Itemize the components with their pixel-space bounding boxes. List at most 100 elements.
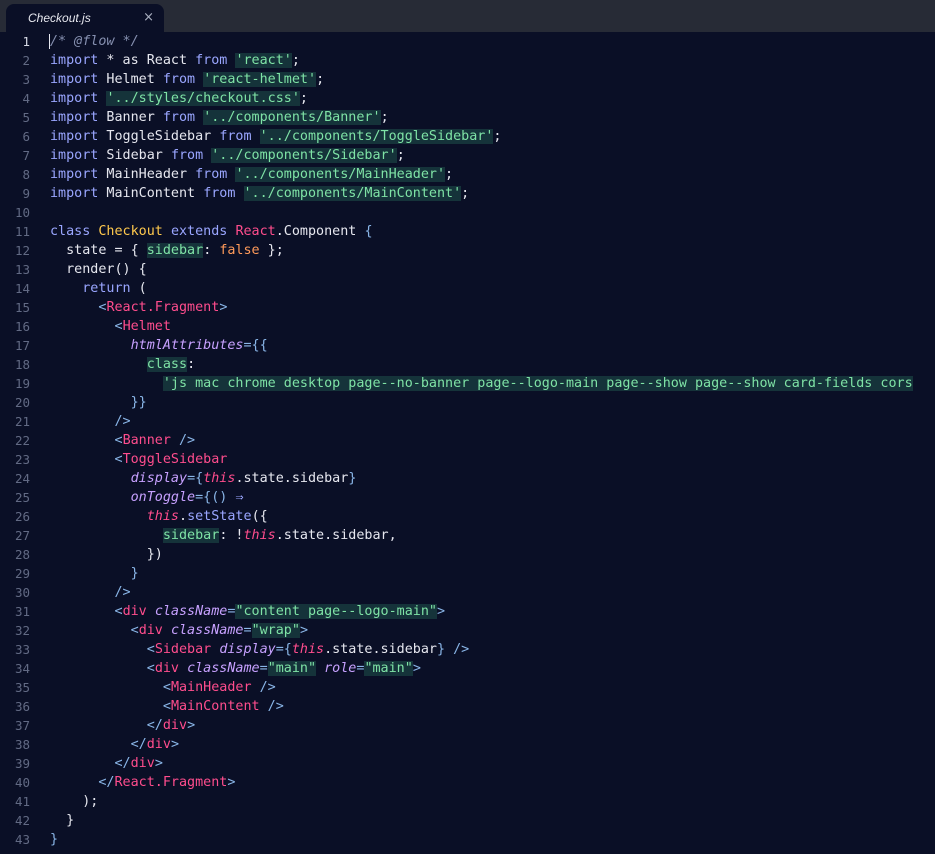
line-number: 10	[14, 205, 30, 220]
punct: <	[114, 433, 123, 448]
line-number: 1	[22, 34, 30, 49]
keyword: return	[82, 281, 131, 296]
punct: <	[162, 699, 171, 714]
token: MainHeader	[98, 167, 196, 182]
object-key: sidebar	[146, 243, 204, 258]
comment: /* @flow */	[50, 34, 139, 49]
punct: >	[227, 775, 236, 790]
line-number: 25	[14, 490, 30, 505]
keyword: from	[195, 167, 228, 182]
code-line: 23 <ToggleSidebar	[0, 450, 935, 469]
token: ({	[251, 509, 268, 524]
code-line: 42 }	[0, 811, 935, 830]
punct: =	[259, 661, 268, 676]
code-line: 5 import Banner from '../components/Banne…	[0, 108, 935, 127]
token: :	[203, 243, 220, 258]
line-number: 43	[14, 832, 30, 847]
line-number: 2	[22, 53, 30, 68]
line-number: 38	[14, 737, 30, 752]
code-line: 8 import MainHeader from '../components/M…	[0, 165, 935, 184]
line-number: 37	[14, 718, 30, 733]
tag: div	[138, 623, 163, 638]
line-number: 27	[14, 528, 30, 543]
code-line: 27 sidebar: !this.state.sidebar,	[0, 526, 935, 545]
tab-title: Checkout.js	[28, 11, 91, 25]
token: MainContent	[98, 186, 204, 201]
punct: />	[114, 585, 131, 600]
code-line: 3 import Helmet from 'react-helmet';	[0, 70, 935, 89]
line-number: 4	[22, 91, 30, 106]
code-line: 1 /* @flow */	[0, 32, 935, 51]
string: 'react'	[235, 53, 292, 68]
code-line: 29 }	[0, 564, 935, 583]
token: Helmet	[98, 72, 163, 87]
code-line: 17 htmlAttributes={{	[0, 336, 935, 355]
token: ;	[493, 129, 502, 144]
keyword: import	[50, 110, 99, 125]
line-number: 14	[14, 281, 30, 296]
code-line: 39 </div>	[0, 754, 935, 773]
tag: div	[130, 756, 155, 771]
line-number: 11	[14, 224, 30, 239]
tab-bar: Checkout.js ×	[0, 0, 935, 32]
token: );	[50, 794, 99, 809]
punct: />	[114, 414, 131, 429]
token: .state.sidebar,	[275, 528, 397, 543]
line-number: 17	[14, 338, 30, 353]
string: 'react-helmet'	[203, 72, 317, 87]
attribute: display	[219, 642, 276, 657]
code-line: 40 </React.Fragment>	[0, 773, 935, 792]
tab-checkout-js[interactable]: Checkout.js ×	[6, 4, 164, 32]
punct: </	[114, 756, 131, 771]
line-number: 28	[14, 547, 30, 562]
token: };	[259, 243, 284, 258]
punct: ={()	[195, 490, 236, 505]
line-number: 36	[14, 699, 30, 714]
line-number: 7	[22, 148, 30, 163]
object-key: class	[146, 357, 188, 372]
line-number: 9	[22, 186, 30, 201]
tag: MainContent	[170, 699, 260, 714]
keyword: extends	[170, 224, 228, 239]
token: render() {	[50, 262, 147, 277]
string: '../components/Sidebar'	[211, 148, 397, 163]
close-icon[interactable]: ×	[143, 10, 154, 25]
tag: React.Fragment	[106, 300, 220, 315]
punct: >	[154, 756, 163, 771]
code-line: 30 />	[0, 583, 935, 602]
token: ;	[461, 186, 470, 201]
keyword: import	[50, 186, 99, 201]
code-line: 43}	[0, 830, 935, 849]
punct: =	[243, 623, 252, 638]
token: })	[50, 547, 163, 562]
object-key: sidebar	[162, 528, 220, 543]
punct: <	[114, 452, 123, 467]
line-number: 39	[14, 756, 30, 771]
attribute: className	[170, 623, 244, 638]
punct: >	[219, 300, 228, 315]
attribute: className	[187, 661, 260, 676]
token: Banner	[98, 110, 163, 125]
token: }	[50, 813, 75, 828]
token: ;	[380, 110, 389, 125]
punct: >	[187, 718, 196, 733]
line-number: 15	[14, 300, 30, 315]
line-number: 6	[22, 129, 30, 144]
punct: >	[299, 623, 308, 638]
code-editor[interactable]: 1 /* @flow */ 2 import * as React from 're…	[0, 32, 935, 854]
punct: >	[170, 737, 179, 752]
code-line: 7 import Sidebar from '../components/Side…	[0, 146, 935, 165]
code-line: 38 </div>	[0, 735, 935, 754]
line-number: 12	[14, 243, 30, 258]
